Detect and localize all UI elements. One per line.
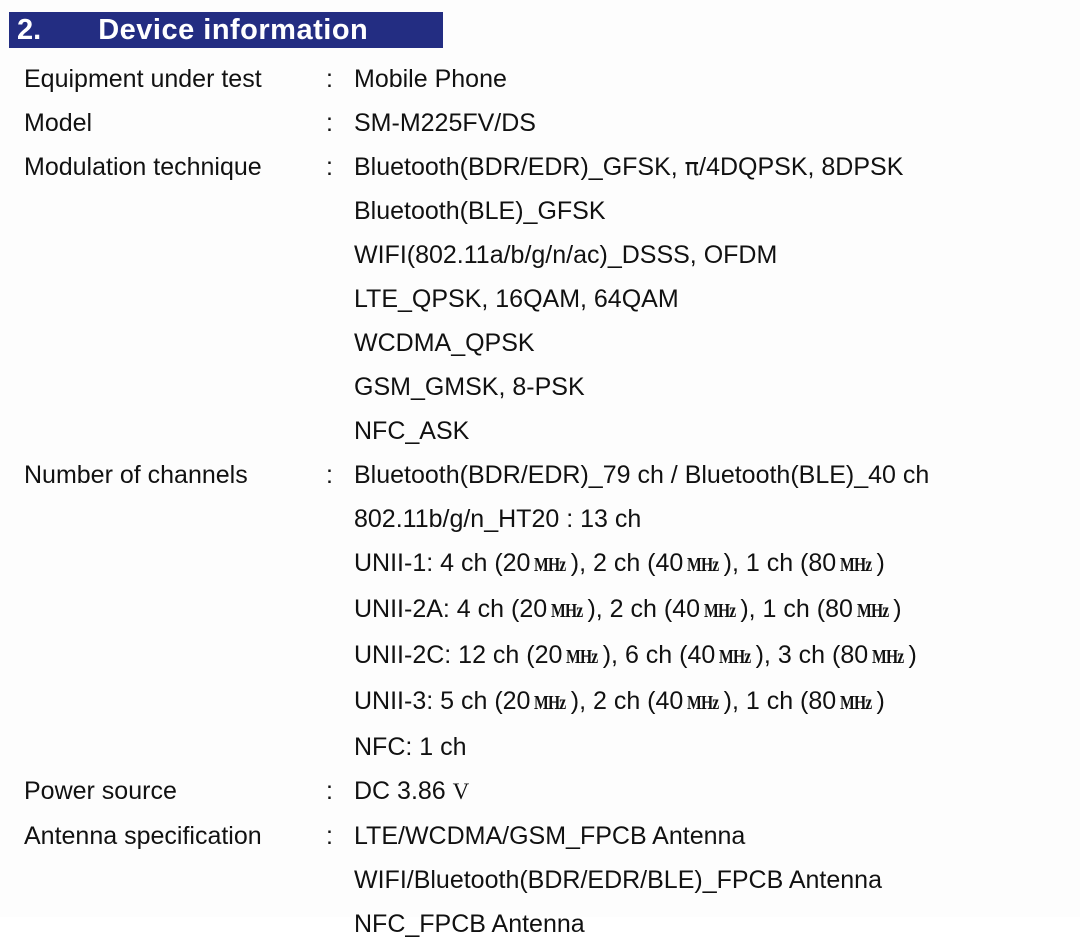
value-text: ): [876, 687, 885, 715]
value-text: NFC: 1 ch: [354, 733, 467, 761]
document-page: 2. Device information Equipment under te…: [0, 0, 1080, 938]
value-text: UNII-3: 5 ch (20: [354, 687, 531, 715]
value-text: /4DQPSK, 8DPSK: [699, 153, 904, 181]
value-text: DC 3.86: [354, 777, 453, 805]
unit-glyph: π: [684, 153, 700, 181]
value-text: ): [893, 595, 902, 623]
unit-glyph: MHz: [704, 600, 736, 622]
spec-value-line: LTE/WCDMA/GSM_FPCB Antenna: [354, 814, 1080, 858]
spec-value-line: GSM_GMSK, 8-PSK: [354, 365, 1080, 409]
spec-value-line: DC 3.86 V: [354, 769, 1080, 814]
unit-glyph: MHz: [687, 692, 719, 714]
value-text: Mobile Phone: [354, 65, 507, 93]
spec-values: SM-M225FV/DS: [354, 101, 1080, 145]
spec-value-line: SM-M225FV/DS: [354, 101, 1080, 145]
unit-glyph: MHz: [534, 554, 566, 576]
spec-value-line: UNII-2C: 12 ch (20 MHz), 6 ch (40 MHz), 3 …: [354, 633, 1080, 679]
value-text: ), 2 ch (40: [570, 549, 684, 577]
spec-row-equipment-under-test: Equipment under test: Mobile Phone: [0, 57, 1080, 101]
spec-value-line: WIFI(802.11a/b/g/n/ac)_DSSS, OFDM: [354, 233, 1080, 277]
value-text: ): [908, 641, 917, 669]
unit-glyph: MHz: [687, 554, 719, 576]
value-text: WIFI(802.11a/b/g/n/ac)_DSSS, OFDM: [354, 241, 778, 269]
spec-value-line: WIFI/Bluetooth(BDR/EDR/BLE)_FPCB Antenna: [354, 858, 1080, 902]
spec-row-number-of-channels: Number of channels: Bluetooth(BDR/EDR)_79…: [0, 453, 1080, 769]
spec-label: Equipment under test: [24, 65, 262, 93]
spec-row-antenna-specification: Antenna specification: LTE/WCDMA/GSM_FPCB…: [0, 814, 1080, 946]
spec-values: Mobile Phone: [354, 57, 1080, 101]
value-text: ), 1 ch (80: [723, 687, 837, 715]
spec-label: Modulation technique: [24, 153, 262, 181]
value-text: ), 2 ch (40: [587, 595, 701, 623]
spec-values: Bluetooth(BDR/EDR)_GFSK, π/4DQPSK, 8DPSK…: [354, 145, 1080, 453]
spec-label: Antenna specification: [24, 822, 262, 850]
value-text: ), 2 ch (40: [570, 687, 684, 715]
unit-glyph: MHz: [551, 600, 583, 622]
spec-values: Bluetooth(BDR/EDR)_79 ch / Bluetooth(BLE…: [354, 453, 1080, 769]
value-text: ), 1 ch (80: [723, 549, 837, 577]
value-text: ), 3 ch (80: [755, 641, 869, 669]
unit-glyph: MHz: [872, 646, 904, 668]
value-text: UNII-1: 4 ch (20: [354, 549, 531, 577]
spec-value-line: LTE_QPSK, 16QAM, 64QAM: [354, 277, 1080, 321]
value-text: UNII-2A: 4 ch (20: [354, 595, 548, 623]
value-text: ), 6 ch (40: [602, 641, 716, 669]
section-heading-device-information: 2. Device information: [9, 12, 443, 48]
value-text: Bluetooth(BDR/EDR)_GFSK,: [354, 153, 685, 181]
value-text: Bluetooth(BLE)_GFSK: [354, 197, 606, 225]
spec-values: LTE/WCDMA/GSM_FPCB Antenna WIFI/Bluetooth…: [354, 814, 1080, 946]
spec-label: Model: [24, 109, 93, 137]
spec-row-power-source: Power source: DC 3.86 V: [0, 769, 1080, 814]
spec-separator: :: [326, 822, 333, 850]
spec-label: Power source: [24, 777, 177, 805]
value-text: GSM_GMSK, 8-PSK: [354, 373, 585, 401]
spec-value-line: Mobile Phone: [354, 57, 1080, 101]
spec-separator: :: [326, 461, 333, 489]
spec-separator: :: [326, 65, 333, 93]
unit-glyph: V: [452, 779, 470, 804]
value-text: NFC_FPCB Antenna: [354, 910, 585, 938]
spec-row-model: Model: SM-M225FV/DS: [0, 101, 1080, 145]
spec-value-line: UNII-2A: 4 ch (20 MHz), 2 ch (40 MHz), 1 c…: [354, 587, 1080, 633]
spec-values: DC 3.86 V: [354, 769, 1080, 814]
spec-value-line: Bluetooth(BLE)_GFSK: [354, 189, 1080, 233]
device-information-spec-table: Equipment under test: Mobile Phone Model: S…: [0, 57, 1080, 946]
unit-glyph: MHz: [534, 692, 566, 714]
spec-row-modulation-technique: Modulation technique: Bluetooth(BDR/EDR)_…: [0, 145, 1080, 453]
value-text: NFC_ASK: [354, 417, 470, 445]
spec-value-line: WCDMA_QPSK: [354, 321, 1080, 365]
spec-value-line: Bluetooth(BDR/EDR)_79 ch / Bluetooth(BLE…: [354, 453, 1080, 497]
spec-separator: :: [326, 153, 333, 181]
value-text: 802.11b/g/n_HT20 : 13 ch: [354, 505, 642, 533]
unit-glyph: MHz: [840, 554, 872, 576]
spec-separator: :: [326, 777, 333, 805]
spec-value-line: UNII-1: 4 ch (20 MHz), 2 ch (40 MHz), 1 ch…: [354, 541, 1080, 587]
value-text: ), 1 ch (80: [740, 595, 853, 623]
value-text: LTE/WCDMA/GSM_FPCB Antenna: [354, 822, 746, 850]
spec-value-line: NFC: 1 ch: [354, 725, 1080, 769]
spec-value-line: UNII-3: 5 ch (20 MHz), 2 ch (40 MHz), 1 ch…: [354, 679, 1080, 725]
spec-value-line: NFC_ASK: [354, 409, 1080, 453]
section-number: 2.: [17, 13, 42, 46]
value-text: Bluetooth(BDR/EDR)_79 ch / Bluetooth(BLE…: [354, 461, 930, 489]
spec-separator: :: [326, 109, 333, 137]
spec-value-line: NFC_FPCB Antenna: [354, 902, 1080, 946]
unit-glyph: MHz: [840, 692, 872, 714]
section-title: Device information: [98, 13, 369, 46]
spec-label: Number of channels: [24, 461, 248, 489]
value-text: WIFI/Bluetooth(BDR/EDR/BLE)_FPCB Antenna: [354, 866, 882, 894]
value-text: UNII-2C: 12 ch (20: [354, 641, 563, 669]
value-text: ): [876, 549, 885, 577]
value-text: SM-M225FV/DS: [354, 109, 536, 137]
spec-value-line: 802.11b/g/n_HT20 : 13 ch: [354, 497, 1080, 541]
value-text: WCDMA_QPSK: [354, 329, 535, 357]
unit-glyph: MHz: [566, 646, 598, 668]
unit-glyph: MHz: [856, 600, 889, 622]
spec-value-line: Bluetooth(BDR/EDR)_GFSK, π/4DQPSK, 8DPSK: [354, 145, 1080, 189]
value-text: LTE_QPSK, 16QAM, 64QAM: [354, 285, 679, 313]
unit-glyph: MHz: [719, 646, 751, 668]
